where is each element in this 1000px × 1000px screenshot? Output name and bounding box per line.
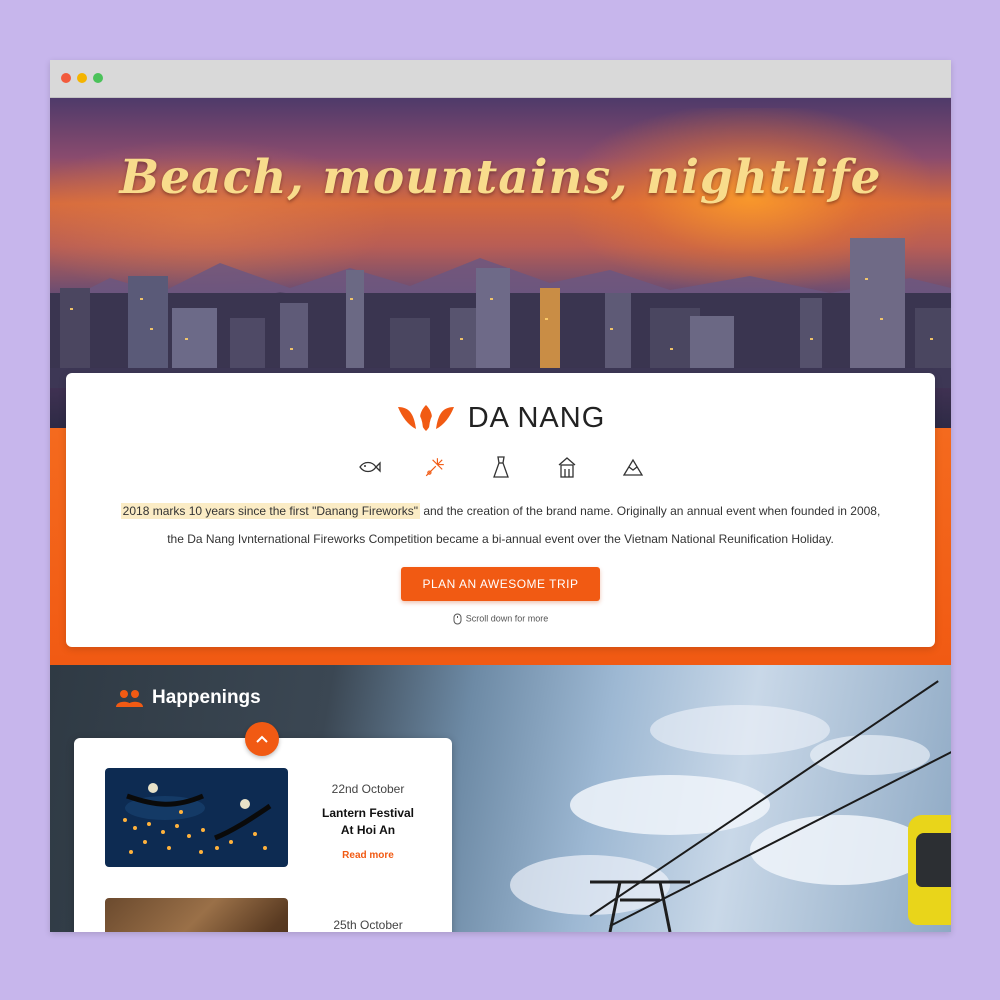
danang-lotus-logo: [397, 405, 454, 432]
read-more-link[interactable]: Read more: [288, 850, 448, 861]
plan-trip-button[interactable]: PLAN AN AWESOME TRIP: [401, 567, 600, 601]
chevron-up-icon: [256, 735, 268, 743]
category-icons: [66, 455, 935, 485]
event-title-line2: At Hoi An: [340, 823, 396, 837]
event-date: 25th October: [333, 918, 403, 932]
mouse-icon: [453, 613, 462, 625]
event-image-second[interactable]: [105, 898, 288, 932]
scroll-up-button[interactable]: [245, 722, 279, 756]
browser-window: Beach, mountains, nightlife DA NANG 2018…: [50, 60, 951, 932]
brand[interactable]: DA NANG: [66, 398, 935, 438]
intro-highlight: 2018 marks 10 years since the first "Dan…: [120, 503, 420, 519]
intro-line1: and the creation of the brand name. Orig…: [419, 504, 881, 518]
event-image-lantern[interactable]: [105, 768, 288, 867]
happenings-heading: Happenings: [114, 683, 261, 713]
intro-line2: the Da Nang Ivnternational Fireworks Com…: [167, 532, 834, 546]
cable-car-pylon: [590, 880, 690, 932]
fireworks-icon[interactable]: [423, 455, 447, 479]
landmark-icon[interactable]: [555, 455, 579, 479]
scroll-hint-text: Scroll down for more: [465, 613, 549, 624]
happenings-section: Happenings 22nd October Lantern Festival…: [50, 665, 951, 932]
brand-name: DA NANG: [467, 401, 606, 434]
maximize-window-button[interactable]: [93, 73, 103, 83]
event-title-line1: Lantern Festival: [321, 806, 415, 820]
events-card: 22nd October Lantern Festival At Hoi An …: [74, 738, 452, 932]
scroll-hint[interactable]: Scroll down for more: [66, 613, 935, 625]
intro-card: DA NANG 2018 marks 10 years since the fi…: [66, 373, 935, 647]
browser-toolbar: [50, 60, 951, 98]
event-date: 22nd October: [331, 782, 405, 796]
dress-icon[interactable]: [489, 455, 513, 479]
hero-title: Beach, mountains, nightlife: [119, 150, 882, 205]
fish-icon[interactable]: [357, 455, 381, 479]
mountain-icon[interactable]: [621, 455, 645, 479]
close-window-button[interactable]: [61, 73, 71, 83]
intro-text: 2018 marks 10 years since the first "Dan…: [86, 497, 915, 553]
people-icon: [116, 690, 143, 707]
happenings-title: Happenings: [152, 687, 261, 708]
minimize-window-button[interactable]: [77, 73, 87, 83]
